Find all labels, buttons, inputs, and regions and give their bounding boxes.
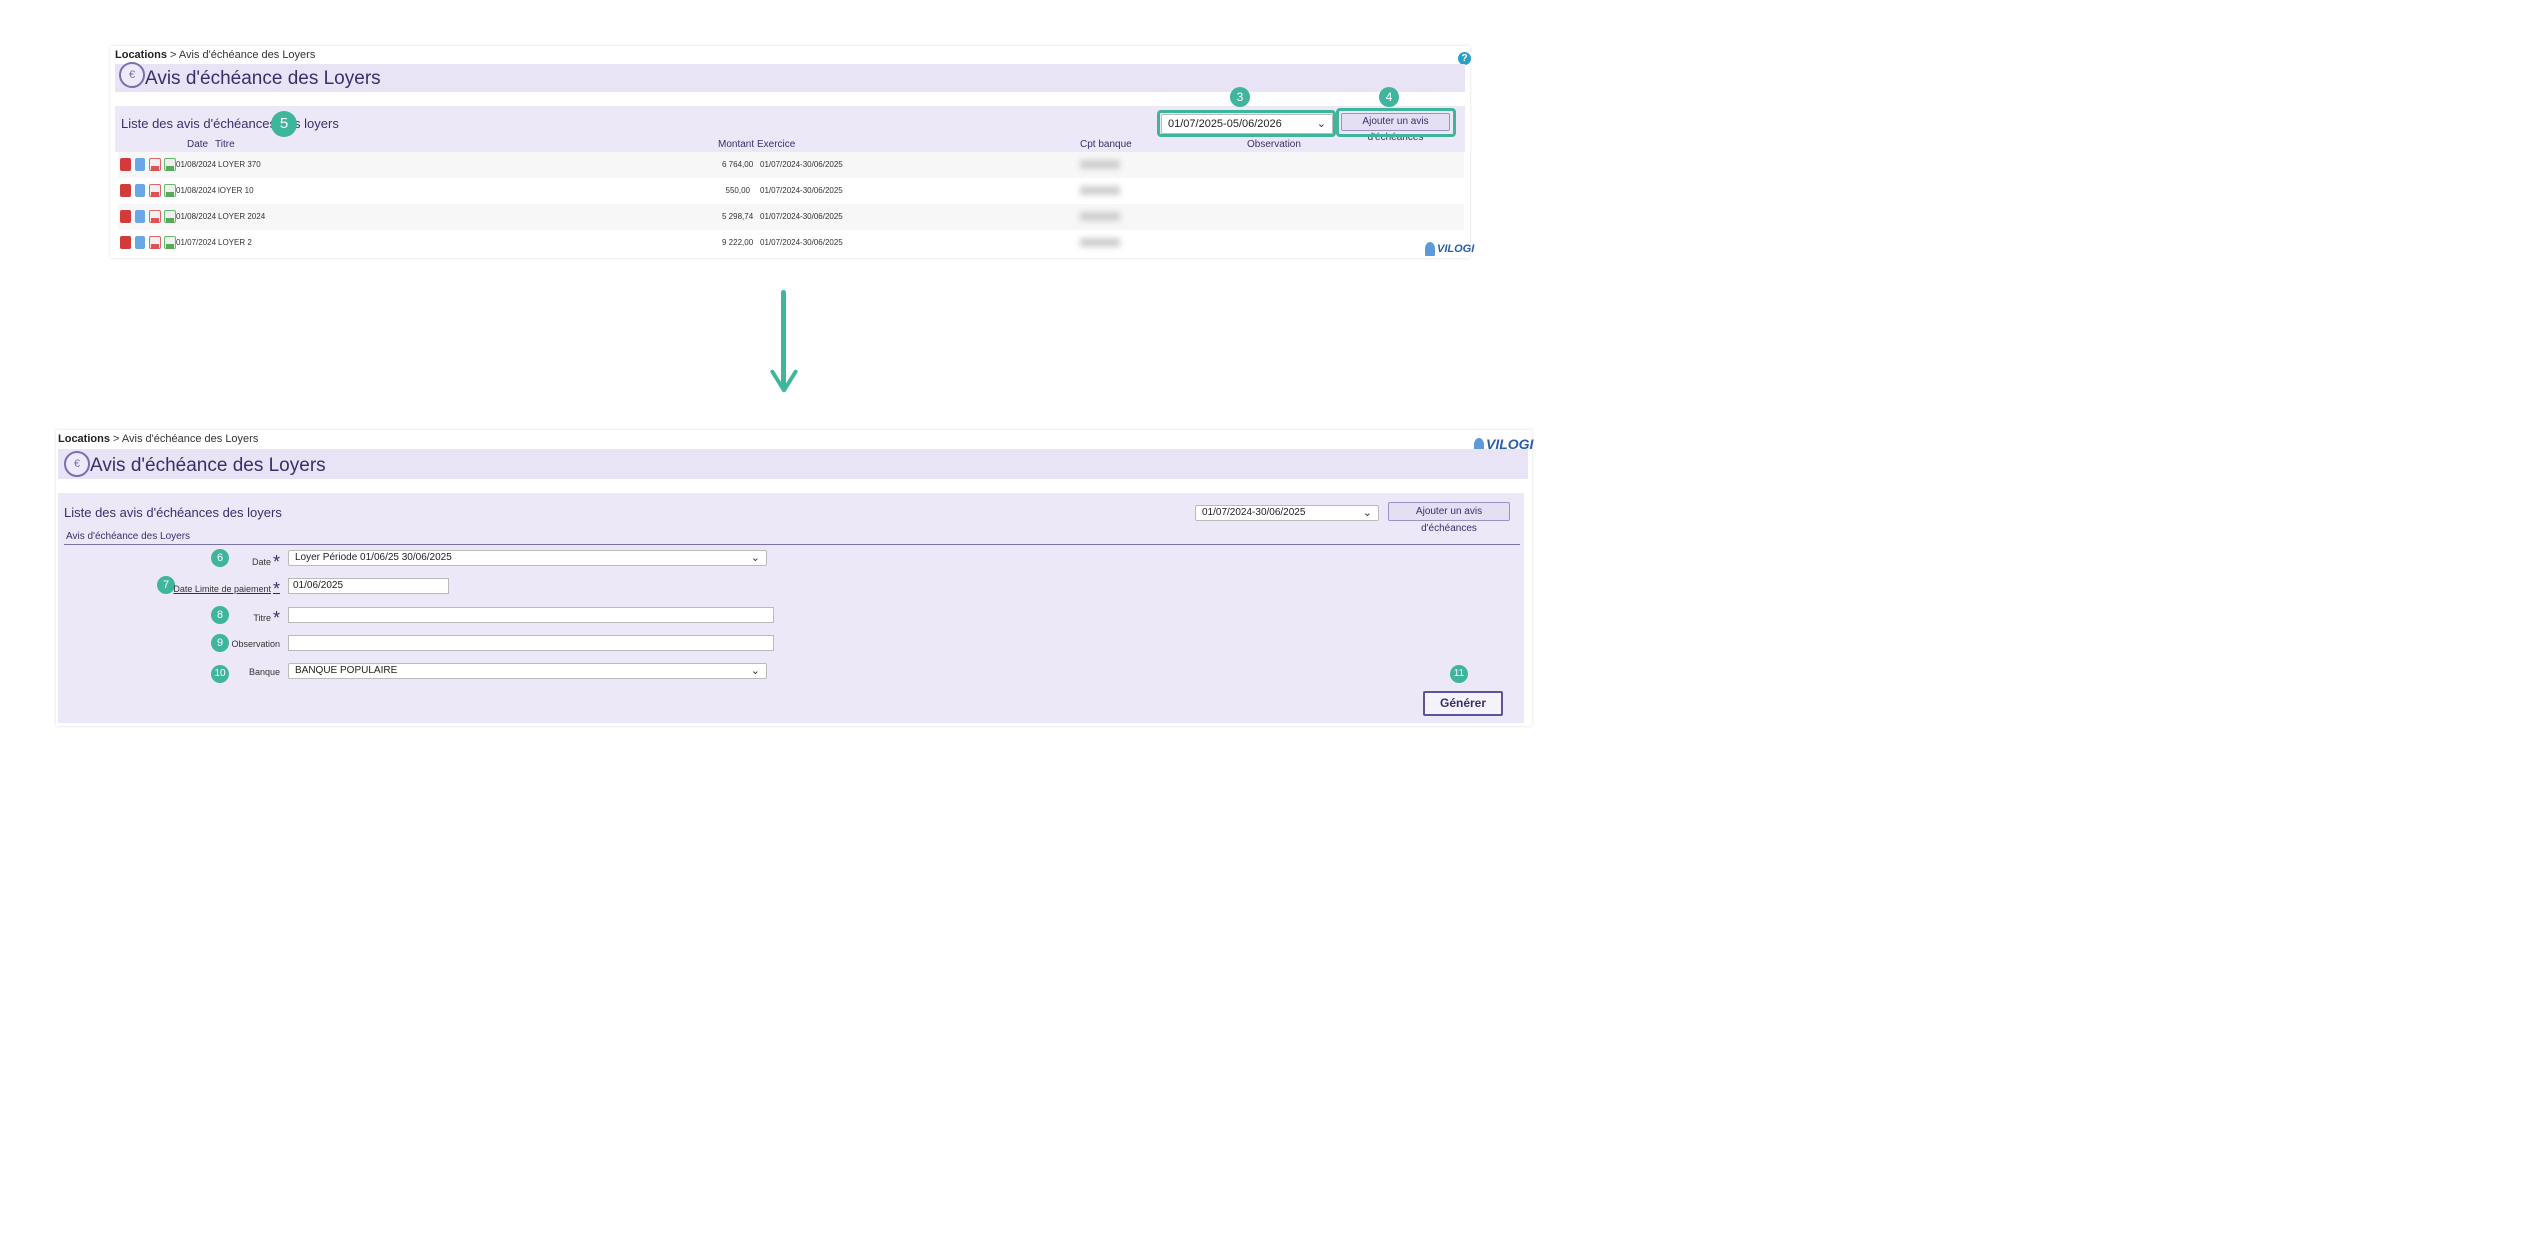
breadcrumb-root-link[interactable]: Locations xyxy=(115,49,167,61)
delete-icon[interactable] xyxy=(120,158,131,171)
document-icon[interactable] xyxy=(135,210,145,223)
page-title-bar: € Avis d'échéance des Loyers xyxy=(58,449,1528,479)
pdf-icon[interactable] xyxy=(149,158,161,171)
chevron-down-icon: ⌄ xyxy=(750,665,760,677)
date-label: Date * xyxy=(251,552,280,572)
bank-account-blurred xyxy=(1080,186,1120,195)
delete-icon[interactable] xyxy=(120,184,131,197)
page-title: Avis d'échéance des Loyers xyxy=(145,68,381,89)
titre-label: Titre * xyxy=(253,608,280,628)
rent-money-icon: € xyxy=(119,62,145,88)
badge-5: 5 xyxy=(271,111,297,137)
bank-account-blurred xyxy=(1080,238,1120,247)
breadcrumb-current: Avis d'échéance des Loyers xyxy=(121,433,259,445)
excel-icon[interactable] xyxy=(164,158,176,171)
document-icon[interactable] xyxy=(135,236,145,249)
badge-3: 3 xyxy=(1230,87,1250,107)
table-row[interactable]: 01/08/2024 LOYER 2024 5 298,74 01/07/202… xyxy=(118,204,1464,230)
arrow-head-icon xyxy=(770,369,798,393)
titre-input[interactable] xyxy=(288,607,774,623)
form-section-title: Avis d'échéance des Loyers xyxy=(66,531,191,542)
list-title: Liste des avis d'échéances des loyers xyxy=(121,116,339,131)
pdf-icon[interactable] xyxy=(149,210,161,223)
section-divider xyxy=(64,544,1520,545)
breadcrumb: Locations > Avis d'échéance des Loyers xyxy=(115,49,316,61)
page-title: Avis d'échéance des Loyers xyxy=(90,455,326,476)
deadline-label: Date Limite de paiement * xyxy=(173,579,280,599)
document-icon[interactable] xyxy=(135,158,145,171)
banque-select[interactable]: BANQUE POPULAIRE ⌄ xyxy=(288,663,767,679)
col-cpt-banque: Cpt banque xyxy=(1080,139,1132,150)
col-montant: Montant xyxy=(718,139,755,150)
col-titre: Titre xyxy=(215,139,235,150)
table-row[interactable]: 01/07/2024 LOYER 2 9 222,00 01/07/2024-3… xyxy=(118,230,1464,256)
add-notice-button-highlight xyxy=(1336,108,1456,137)
delete-icon[interactable] xyxy=(120,236,131,249)
document-icon[interactable] xyxy=(135,184,145,197)
col-observation: Observation xyxy=(1247,139,1301,150)
breadcrumb: Locations > Avis d'échéance des Loyers xyxy=(58,433,259,445)
rent-money-icon: € xyxy=(64,451,90,477)
breadcrumb-root-link[interactable]: Locations xyxy=(58,433,110,445)
excel-icon[interactable] xyxy=(164,210,176,223)
chevron-down-icon: ⌄ xyxy=(750,552,760,564)
period-select-highlight xyxy=(1157,110,1336,137)
delete-icon[interactable] xyxy=(120,210,131,223)
bank-account-blurred xyxy=(1080,160,1120,169)
list-title: Liste des avis d'échéances des loyers xyxy=(64,505,282,520)
table-row[interactable]: 01/08/2024 LOYER 370 6 764,00 01/07/2024… xyxy=(118,152,1464,178)
logo-drop-icon xyxy=(1425,242,1435,256)
pdf-icon[interactable] xyxy=(149,184,161,197)
banque-label: Banque xyxy=(248,667,280,677)
breadcrumb-current: Avis d'échéance des Loyers xyxy=(178,49,316,61)
col-exercice: Exercice xyxy=(757,139,796,150)
table-row[interactable]: 01/08/2024 lOYER 10 550,00 01/07/2024-30… xyxy=(118,178,1464,204)
date-period-select[interactable]: Loyer Période 01/06/25 30/06/2025 ⌄ xyxy=(288,550,767,566)
deadline-date-input[interactable]: 01/06/2025 xyxy=(288,578,449,594)
excel-icon[interactable] xyxy=(164,236,176,249)
observation-input[interactable] xyxy=(288,635,774,651)
col-date: Date xyxy=(187,139,209,150)
observation-label: Observation xyxy=(231,639,280,649)
excel-icon[interactable] xyxy=(164,184,176,197)
generate-button[interactable]: Générer xyxy=(1423,691,1503,716)
chevron-down-icon: ⌄ xyxy=(1362,507,1372,519)
bank-account-blurred xyxy=(1080,212,1120,221)
page-title-bar: € Avis d'échéance des Loyers xyxy=(115,62,1465,92)
badge-11: 11 xyxy=(1450,665,1468,683)
vilogi-logo: VILOGI xyxy=(1425,242,1474,256)
add-notice-button[interactable]: Ajouter un avis d'échéances xyxy=(1388,502,1510,534)
period-select[interactable]: 01/07/2024-30/06/2025 ⌄ xyxy=(1195,505,1379,521)
pdf-icon[interactable] xyxy=(149,236,161,249)
badge-4: 4 xyxy=(1379,87,1399,107)
